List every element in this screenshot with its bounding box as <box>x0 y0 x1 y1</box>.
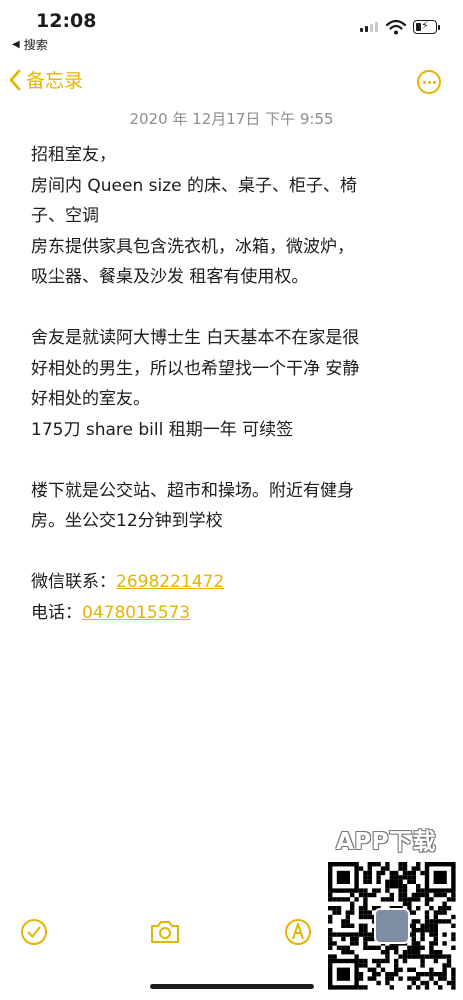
battery-cap <box>438 25 440 30</box>
note-line: 子、空调 <box>31 206 99 226</box>
navigation-bar: 备忘录 <box>0 62 463 102</box>
phone-contact-line: 电话：0478015573 <box>31 598 441 629</box>
note-line: 175刀 share bill 租期一年 可续签 <box>31 419 294 440</box>
markup-icon[interactable] <box>281 915 315 949</box>
notes-back-button[interactable]: 备忘录 <box>8 66 83 93</box>
checklist-icon[interactable] <box>17 915 51 949</box>
note-blank-line <box>31 293 441 324</box>
cellular-signal-icon <box>360 22 378 32</box>
camera-icon[interactable] <box>148 915 182 949</box>
bottom-toolbar <box>0 915 463 955</box>
wechat-contact-line: 微信联系：2698221472 <box>31 567 441 598</box>
ellipsis-circle-icon[interactable] <box>417 70 441 94</box>
home-indicator <box>150 984 314 989</box>
note-line: 好相处的室友。 <box>31 389 150 409</box>
chevron-left-icon <box>9 69 21 90</box>
wechat-label: 微信联系： <box>31 572 116 592</box>
note-line: 好相处的男生，所以也希望找一个干净 安静 <box>31 358 360 379</box>
battery-charging-icon: ⚡ <box>413 19 437 34</box>
note-line: 房。坐公交12分钟到学校 <box>31 511 223 531</box>
note-line: 房间内 Queen size 的床、桌子、柜子、椅 <box>31 175 358 196</box>
note-body[interactable]: 招租室友， 房间内 Queen size 的床、桌子、柜子、椅 子、空调 房东提… <box>31 140 441 628</box>
phone-label: 电话： <box>31 602 82 623</box>
status-bar: 12:08 ◀ 搜索 ⚡ <box>0 0 463 62</box>
note-line: 招租室友， <box>31 145 116 165</box>
app-download-watermark: APP下载 <box>336 829 437 855</box>
note-date: 2020 年 12月17日 下午 9:55 <box>129 110 334 128</box>
wechat-id-link[interactable]: 2698221472 <box>116 572 224 592</box>
note-line: 吸尘器、餐桌及沙发 租客有使用权。 <box>31 267 309 287</box>
phone-number-link[interactable]: 0478015573 <box>82 603 190 623</box>
note-line: 楼下就是公交站、超市和操场。附近有健身 <box>31 480 354 501</box>
back-to-search-button[interactable]: ◀ 搜索 <box>12 36 48 53</box>
back-triangle-icon: ◀ <box>12 39 20 50</box>
notes-back-label: 备忘录 <box>26 70 84 92</box>
note-line: 舍友是就读阿大博士生 白天基本不在家是很 <box>31 328 360 348</box>
note-blank-line <box>31 537 441 568</box>
note-line: 房东提供家具包含洗衣机，冰箱，微波炉， <box>31 236 354 257</box>
wifi-icon <box>386 19 406 35</box>
note-blank-line <box>31 445 441 476</box>
status-time: 12:08 <box>36 10 97 32</box>
back-to-search-label: 搜索 <box>23 38 48 52</box>
